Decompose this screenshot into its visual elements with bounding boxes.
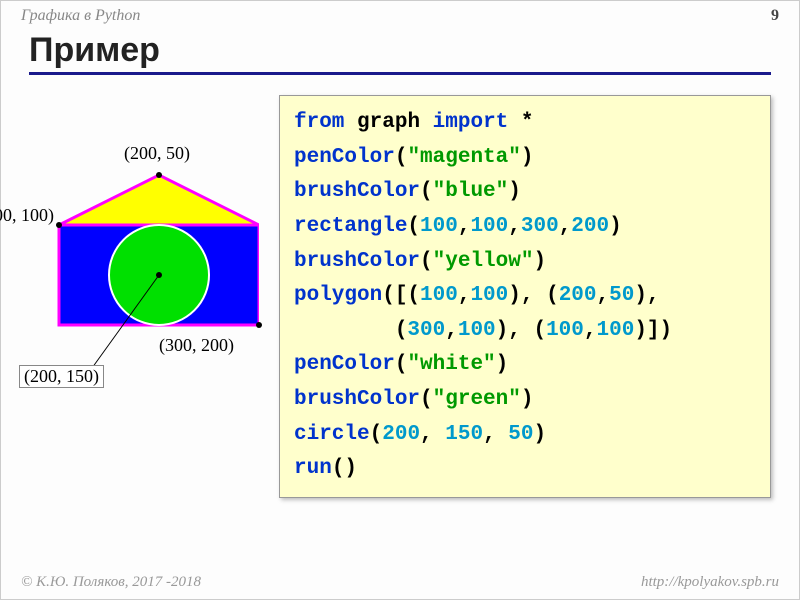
header: Графика в Python 9: [1, 1, 799, 27]
footer-url: http://kpolyakov.spb.ru: [641, 574, 779, 591]
footer: © К.Ю. Поляков, 2017 -2018 http://kpolya…: [1, 574, 799, 591]
code-line: polygon([(100,100), (200,50),: [294, 279, 756, 314]
content: (200, 50) (100, 100) (300, 200) (200, 15…: [1, 75, 799, 518]
code-line: (300,100), (100,100)]): [294, 314, 756, 349]
code-line: run(): [294, 452, 756, 487]
code-line: brushColor("yellow"): [294, 245, 756, 280]
code-line: circle(200, 150, 50): [294, 418, 756, 453]
label-circle: (200, 150): [19, 365, 104, 388]
house-diagram: (200, 50) (100, 100) (300, 200) (200, 15…: [29, 125, 259, 385]
code-block: from graph import * penColor("magenta") …: [279, 95, 771, 498]
roof-polygon: [59, 175, 259, 225]
diagram-panel: (200, 50) (100, 100) (300, 200) (200, 15…: [29, 95, 279, 498]
dot-icon: [156, 172, 162, 178]
footer-author: © К.Ю. Поляков, 2017 -2018: [21, 574, 201, 591]
slide: Графика в Python 9 Пример (200, 50) (100…: [0, 0, 800, 600]
code-line: rectangle(100,100,300,200): [294, 210, 756, 245]
code-line: brushColor("green"): [294, 383, 756, 418]
code-line: penColor("white"): [294, 348, 756, 383]
dot-icon: [56, 222, 62, 228]
code-line: penColor("magenta"): [294, 141, 756, 176]
label-top: (200, 50): [124, 143, 190, 164]
label-left: (100, 100): [0, 205, 54, 226]
label-bottom-right: (300, 200): [159, 335, 234, 356]
slide-title: Пример: [29, 31, 771, 75]
header-topic: Графика в Python: [21, 7, 140, 25]
code-line: brushColor("blue"): [294, 175, 756, 210]
dot-icon: [256, 322, 262, 328]
page-number: 9: [771, 7, 779, 25]
code-line: from graph import *: [294, 106, 756, 141]
dot-icon: [156, 272, 162, 278]
